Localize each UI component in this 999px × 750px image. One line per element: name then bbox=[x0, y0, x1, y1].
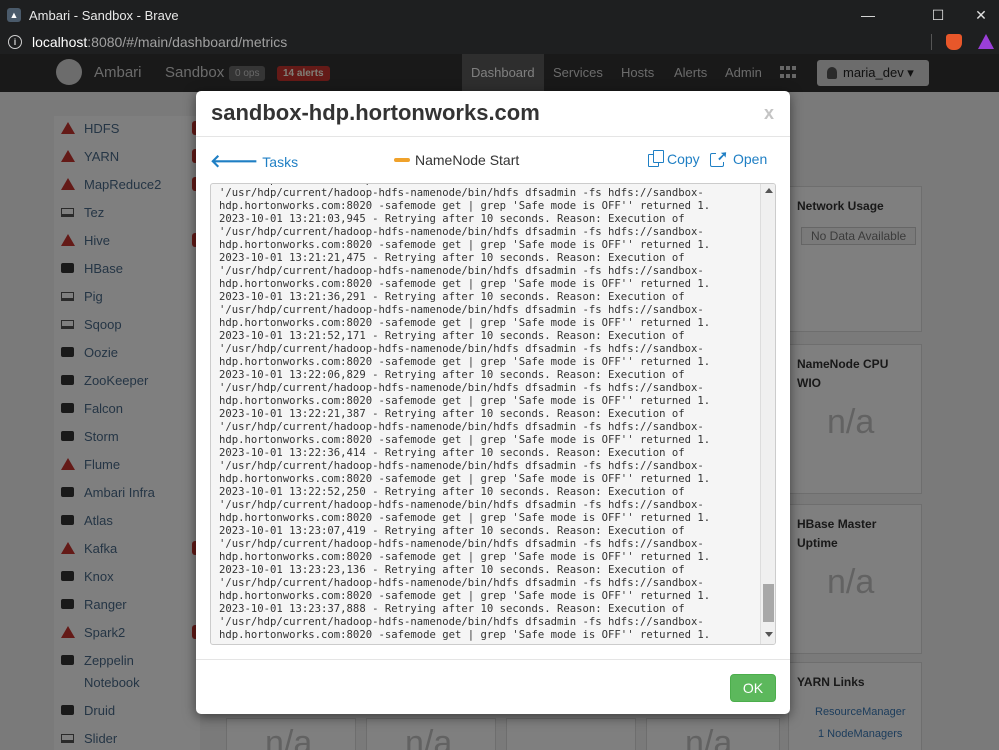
url-text[interactable]: localhost:8080/#/main/dashboard/metrics bbox=[32, 34, 287, 50]
modal-close-button[interactable]: x bbox=[764, 103, 774, 124]
copy-icon bbox=[647, 150, 665, 168]
close-window-button[interactable]: ✕ bbox=[958, 0, 999, 30]
ambari-favicon-icon: ▲ bbox=[7, 8, 21, 22]
copy-label: Copy bbox=[667, 151, 700, 167]
divider bbox=[196, 659, 790, 660]
scroll-up-icon[interactable] bbox=[765, 188, 773, 193]
brave-shields-icon[interactable] bbox=[946, 34, 962, 50]
ok-button[interactable]: OK bbox=[730, 674, 776, 702]
url-host: localhost bbox=[32, 34, 88, 50]
window-title: Ambari - Sandbox - Brave bbox=[29, 7, 179, 23]
divider bbox=[196, 136, 790, 137]
task-log-modal: sandbox-hdp.hortonworks.com x 🡐 Tasks Na… bbox=[196, 91, 790, 714]
address-bar[interactable]: i localhost:8080/#/main/dashboard/metric… bbox=[0, 30, 999, 54]
browser-titlebar: ▲ Ambari - Sandbox - Brave — ☐ ✕ bbox=[0, 0, 999, 30]
scrollbar-thumb[interactable] bbox=[763, 584, 774, 622]
scroll-down-icon[interactable] bbox=[765, 632, 773, 637]
open-label: Open bbox=[733, 151, 768, 167]
copy-log-link[interactable]: Copy bbox=[647, 150, 700, 168]
log-scrollbar[interactable] bbox=[760, 184, 775, 644]
task-label: NameNode Start bbox=[415, 152, 520, 168]
back-to-tasks-link[interactable]: 🡐 Tasks bbox=[210, 151, 298, 172]
arrow-left-icon: 🡐 bbox=[210, 151, 259, 171]
toolbar-divider bbox=[931, 34, 932, 50]
task-log-output[interactable]: '/usr/hdp/current/hadoop-hdfs-namenode/b… bbox=[210, 183, 776, 645]
maximize-button[interactable]: ☐ bbox=[915, 0, 961, 30]
log-text[interactable]: '/usr/hdp/current/hadoop-hdfs-namenode/b… bbox=[219, 184, 759, 642]
site-info-icon[interactable]: i bbox=[8, 35, 22, 49]
url-path: :8080/#/main/dashboard/metrics bbox=[87, 34, 288, 50]
task-name: NameNode Start bbox=[394, 152, 519, 168]
open-log-link[interactable]: ➚ Open bbox=[710, 149, 768, 168]
brave-rewards-icon[interactable] bbox=[978, 34, 994, 49]
external-link-icon: ➚ bbox=[710, 149, 728, 168]
modal-title: sandbox-hdp.hortonworks.com bbox=[211, 100, 540, 125]
in-progress-status-icon bbox=[394, 158, 410, 162]
back-label: Tasks bbox=[262, 153, 299, 170]
minimize-button[interactable]: — bbox=[845, 0, 891, 30]
